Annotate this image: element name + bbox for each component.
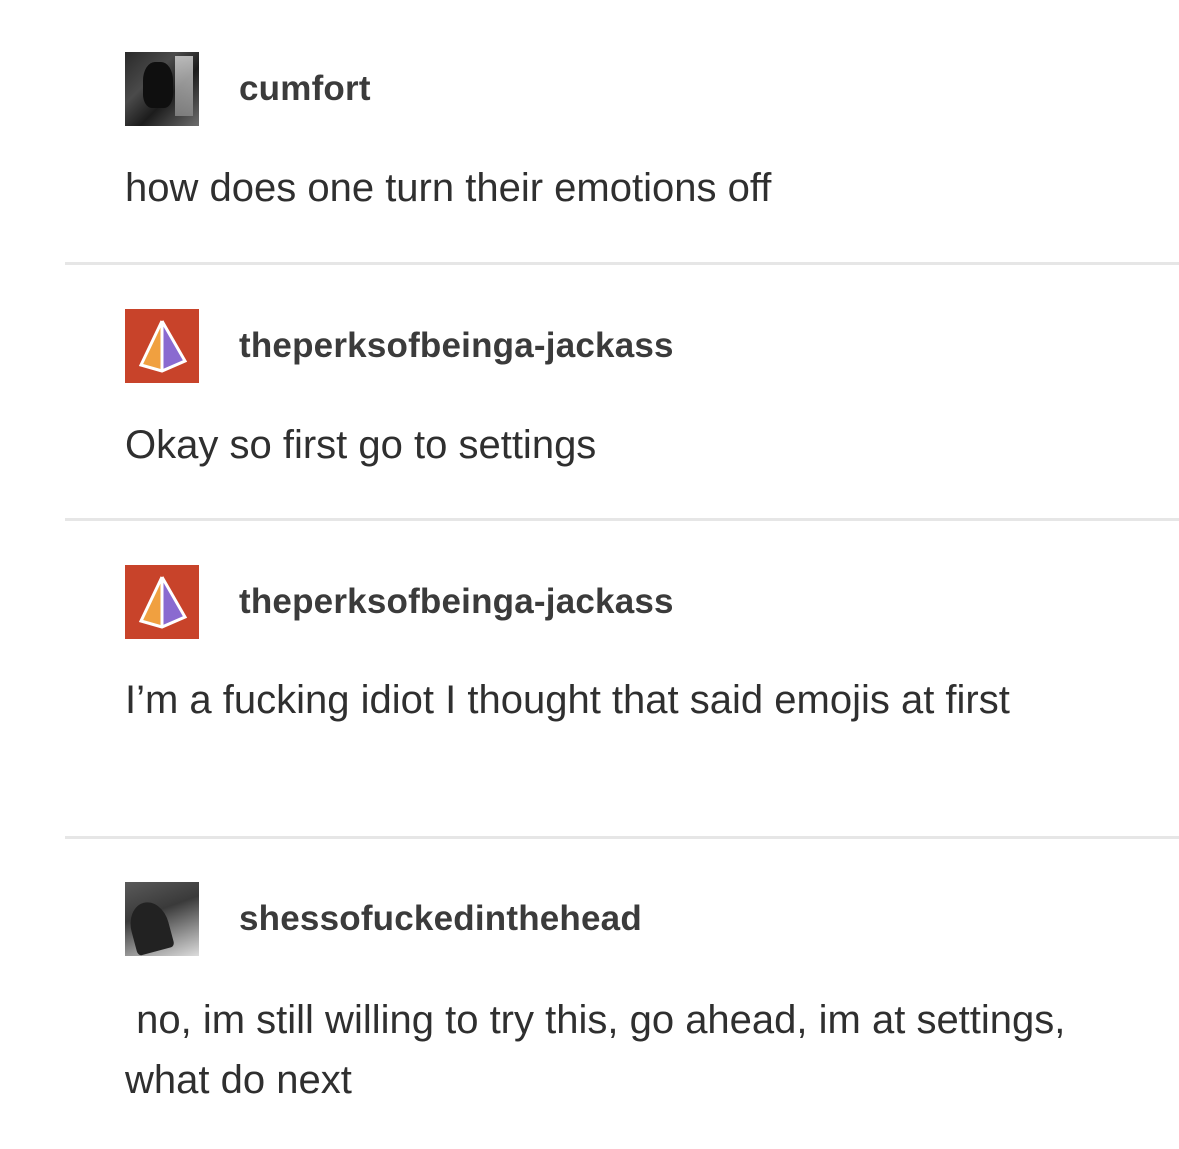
- pyramid-icon[interactable]: [125, 565, 199, 639]
- post-header: shessofuckedinthehead: [125, 882, 642, 956]
- post-text: no, im still willing to try this, go ahe…: [125, 998, 1077, 1102]
- post-header: theperksofbeinga-jackass: [125, 565, 674, 639]
- pyramid-icon: [125, 565, 199, 639]
- pyramid-icon: [125, 309, 199, 383]
- divider: [65, 836, 1179, 839]
- username[interactable]: theperksofbeinga-jackass: [239, 326, 674, 366]
- post-text: how does one turn their emotions off: [125, 166, 772, 210]
- avatar[interactable]: [125, 882, 199, 956]
- post-header: cumfort: [125, 52, 371, 126]
- username[interactable]: shessofuckedinthehead: [239, 899, 642, 939]
- post-header: theperksofbeinga-jackass: [125, 309, 674, 383]
- avatar[interactable]: [125, 52, 199, 126]
- username[interactable]: theperksofbeinga-jackass: [239, 582, 674, 622]
- pyramid-icon[interactable]: [125, 309, 199, 383]
- post-text: I’m a fucking idiot I thought that said …: [125, 678, 1010, 722]
- divider: [65, 262, 1179, 265]
- username[interactable]: cumfort: [239, 69, 371, 109]
- post-text: Okay so first go to settings: [125, 423, 597, 467]
- divider: [65, 518, 1179, 521]
